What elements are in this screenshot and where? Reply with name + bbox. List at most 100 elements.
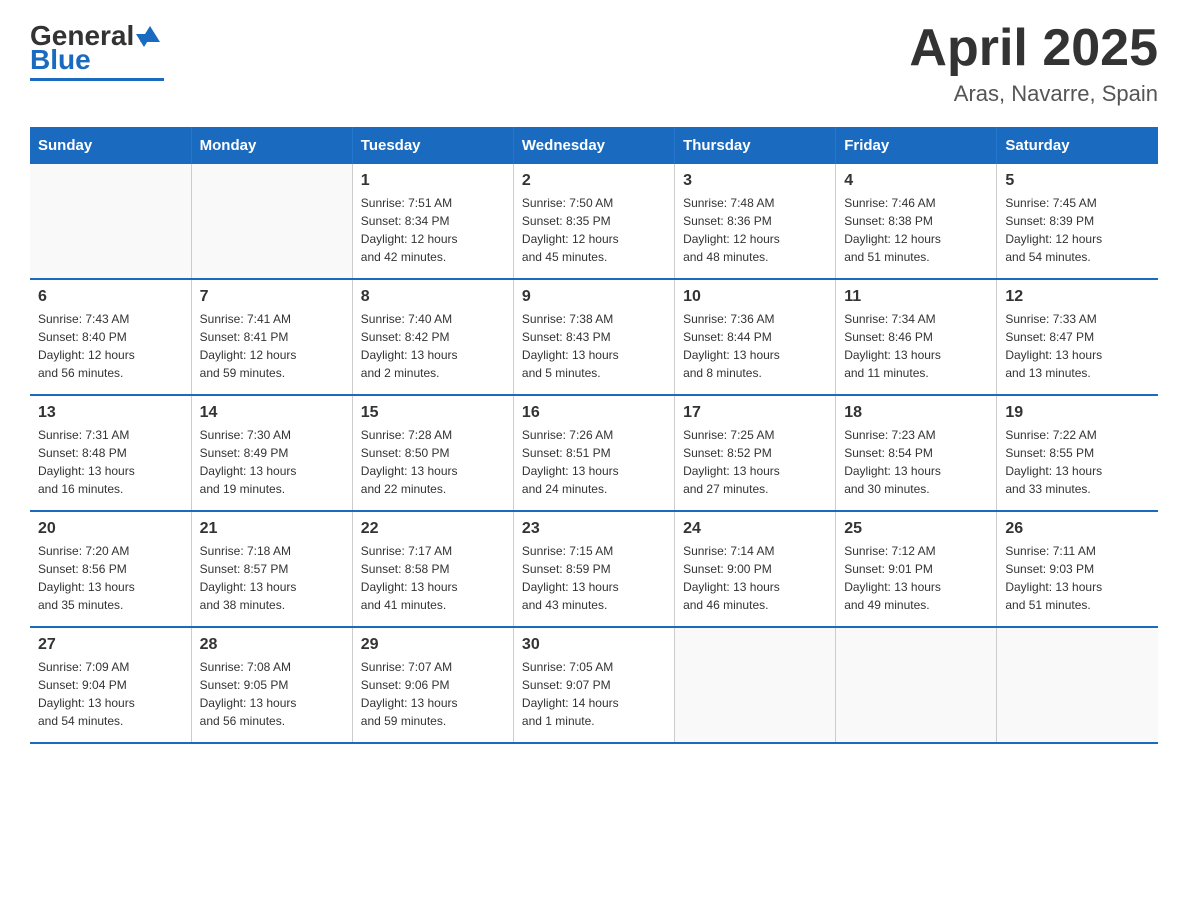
day-info: Sunrise: 7:50 AM Sunset: 8:35 PM Dayligh… [522, 194, 666, 266]
calendar-cell: 10 Sunrise: 7:36 AM Sunset: 8:44 PM Dayli… [675, 279, 836, 395]
location-title: Aras, Navarre, Spain [909, 81, 1158, 107]
calendar-cell: 23 Sunrise: 7:15 AM Sunset: 8:59 PM Dayli… [513, 511, 674, 627]
day-info: Sunrise: 7:26 AM Sunset: 8:51 PM Dayligh… [522, 426, 666, 498]
logo: General Blue [30, 20, 164, 81]
day-info: Sunrise: 7:08 AM Sunset: 9:05 PM Dayligh… [200, 658, 344, 730]
day-info: Sunrise: 7:20 AM Sunset: 8:56 PM Dayligh… [38, 542, 183, 614]
day-info: Sunrise: 7:07 AM Sunset: 9:06 PM Dayligh… [361, 658, 505, 730]
page-header: General Blue April 2025 Aras, Navarre, S… [30, 20, 1158, 107]
day-number: 24 [683, 520, 827, 538]
day-number: 12 [1005, 288, 1150, 306]
calendar-cell: 26Sunrise: 7:11 AM Sunset: 9:03 PM Dayli… [997, 511, 1158, 627]
calendar-cell: 27 Sunrise: 7:09 AM Sunset: 9:04 PM Dayli… [30, 627, 191, 743]
weekday-header-tuesday: Tuesday [352, 127, 513, 164]
day-number: 7 [200, 288, 344, 306]
day-number: 5 [1005, 172, 1150, 190]
day-info: Sunrise: 7:17 AM Sunset: 8:58 PM Dayligh… [361, 542, 505, 614]
weekday-header-sunday: Sunday [30, 127, 191, 164]
weekday-header-thursday: Thursday [675, 127, 836, 164]
calendar-cell: 19 Sunrise: 7:22 AM Sunset: 8:55 PM Dayli… [997, 395, 1158, 511]
calendar-cell [675, 627, 836, 743]
calendar-week-row: 13Sunrise: 7:31 AM Sunset: 8:48 PM Dayli… [30, 395, 1158, 511]
calendar-cell: 17Sunrise: 7:25 AM Sunset: 8:52 PM Dayli… [675, 395, 836, 511]
calendar-cell: 2 Sunrise: 7:50 AM Sunset: 8:35 PM Daylig… [513, 164, 674, 279]
day-number: 25 [844, 520, 988, 538]
day-info: Sunrise: 7:12 AM Sunset: 9:01 PM Dayligh… [844, 542, 988, 614]
calendar-week-row: 27 Sunrise: 7:09 AM Sunset: 9:04 PM Dayli… [30, 627, 1158, 743]
calendar-cell: 5 Sunrise: 7:45 AM Sunset: 8:39 PM Daylig… [997, 164, 1158, 279]
logo-blue-text: Blue [30, 44, 91, 76]
calendar-cell: 18 Sunrise: 7:23 AM Sunset: 8:54 PM Dayli… [836, 395, 997, 511]
day-info: Sunrise: 7:45 AM Sunset: 8:39 PM Dayligh… [1005, 194, 1150, 266]
day-info: Sunrise: 7:09 AM Sunset: 9:04 PM Dayligh… [38, 658, 183, 730]
day-info: Sunrise: 7:46 AM Sunset: 8:38 PM Dayligh… [844, 194, 988, 266]
calendar-cell [191, 164, 352, 279]
weekday-header-row: SundayMondayTuesdayWednesdayThursdayFrid… [30, 127, 1158, 164]
title-area: April 2025 Aras, Navarre, Spain [909, 20, 1158, 107]
calendar-cell: 7 Sunrise: 7:41 AM Sunset: 8:41 PM Daylig… [191, 279, 352, 395]
calendar-week-row: 1 Sunrise: 7:51 AM Sunset: 8:34 PM Daylig… [30, 164, 1158, 279]
weekday-header-wednesday: Wednesday [513, 127, 674, 164]
day-info: Sunrise: 7:51 AM Sunset: 8:34 PM Dayligh… [361, 194, 505, 266]
calendar-cell: 24Sunrise: 7:14 AM Sunset: 9:00 PM Dayli… [675, 511, 836, 627]
day-info: Sunrise: 7:36 AM Sunset: 8:44 PM Dayligh… [683, 310, 827, 382]
day-number: 19 [1005, 404, 1150, 422]
calendar-cell: 25 Sunrise: 7:12 AM Sunset: 9:01 PM Dayli… [836, 511, 997, 627]
day-info: Sunrise: 7:25 AM Sunset: 8:52 PM Dayligh… [683, 426, 827, 498]
weekday-header-friday: Friday [836, 127, 997, 164]
day-info: Sunrise: 7:34 AM Sunset: 8:46 PM Dayligh… [844, 310, 988, 382]
calendar-cell [997, 627, 1158, 743]
calendar-cell: 15 Sunrise: 7:28 AM Sunset: 8:50 PM Dayli… [352, 395, 513, 511]
calendar-week-row: 20 Sunrise: 7:20 AM Sunset: 8:56 PM Dayli… [30, 511, 1158, 627]
day-number: 18 [844, 404, 988, 422]
day-number: 22 [361, 520, 505, 538]
day-info: Sunrise: 7:22 AM Sunset: 8:55 PM Dayligh… [1005, 426, 1150, 498]
day-number: 23 [522, 520, 666, 538]
day-number: 13 [38, 404, 183, 422]
weekday-header-saturday: Saturday [997, 127, 1158, 164]
calendar-week-row: 6Sunrise: 7:43 AM Sunset: 8:40 PM Daylig… [30, 279, 1158, 395]
day-info: Sunrise: 7:15 AM Sunset: 8:59 PM Dayligh… [522, 542, 666, 614]
day-number: 11 [844, 288, 988, 306]
calendar-cell [30, 164, 191, 279]
day-number: 15 [361, 404, 505, 422]
calendar-cell: 21 Sunrise: 7:18 AM Sunset: 8:57 PM Dayli… [191, 511, 352, 627]
day-info: Sunrise: 7:48 AM Sunset: 8:36 PM Dayligh… [683, 194, 827, 266]
day-number: 30 [522, 636, 666, 654]
day-info: Sunrise: 7:41 AM Sunset: 8:41 PM Dayligh… [200, 310, 344, 382]
day-number: 27 [38, 636, 183, 654]
calendar-cell: 14 Sunrise: 7:30 AM Sunset: 8:49 PM Dayli… [191, 395, 352, 511]
day-number: 21 [200, 520, 344, 538]
calendar-cell: 30 Sunrise: 7:05 AM Sunset: 9:07 PM Dayli… [513, 627, 674, 743]
day-info: Sunrise: 7:05 AM Sunset: 9:07 PM Dayligh… [522, 658, 666, 730]
calendar-cell: 1 Sunrise: 7:51 AM Sunset: 8:34 PM Daylig… [352, 164, 513, 279]
day-info: Sunrise: 7:30 AM Sunset: 8:49 PM Dayligh… [200, 426, 344, 498]
month-title: April 2025 [909, 20, 1158, 77]
day-number: 6 [38, 288, 183, 306]
calendar-cell: 16Sunrise: 7:26 AM Sunset: 8:51 PM Dayli… [513, 395, 674, 511]
calendar-cell: 3Sunrise: 7:48 AM Sunset: 8:36 PM Daylig… [675, 164, 836, 279]
day-number: 9 [522, 288, 666, 306]
calendar-cell: 6Sunrise: 7:43 AM Sunset: 8:40 PM Daylig… [30, 279, 191, 395]
day-info: Sunrise: 7:28 AM Sunset: 8:50 PM Dayligh… [361, 426, 505, 498]
day-number: 20 [38, 520, 183, 538]
logo-underline [30, 78, 164, 81]
day-number: 14 [200, 404, 344, 422]
day-number: 10 [683, 288, 827, 306]
calendar-cell: 29 Sunrise: 7:07 AM Sunset: 9:06 PM Dayli… [352, 627, 513, 743]
day-number: 4 [844, 172, 988, 190]
calendar-table: SundayMondayTuesdayWednesdayThursdayFrid… [30, 127, 1158, 744]
calendar-cell: 4 Sunrise: 7:46 AM Sunset: 8:38 PM Daylig… [836, 164, 997, 279]
day-info: Sunrise: 7:40 AM Sunset: 8:42 PM Dayligh… [361, 310, 505, 382]
weekday-header-monday: Monday [191, 127, 352, 164]
day-info: Sunrise: 7:18 AM Sunset: 8:57 PM Dayligh… [200, 542, 344, 614]
calendar-cell: 28Sunrise: 7:08 AM Sunset: 9:05 PM Dayli… [191, 627, 352, 743]
calendar-cell: 20 Sunrise: 7:20 AM Sunset: 8:56 PM Dayli… [30, 511, 191, 627]
calendar-cell: 9Sunrise: 7:38 AM Sunset: 8:43 PM Daylig… [513, 279, 674, 395]
day-number: 2 [522, 172, 666, 190]
day-info: Sunrise: 7:33 AM Sunset: 8:47 PM Dayligh… [1005, 310, 1150, 382]
day-info: Sunrise: 7:23 AM Sunset: 8:54 PM Dayligh… [844, 426, 988, 498]
day-number: 26 [1005, 520, 1150, 538]
day-number: 29 [361, 636, 505, 654]
day-number: 1 [361, 172, 505, 190]
